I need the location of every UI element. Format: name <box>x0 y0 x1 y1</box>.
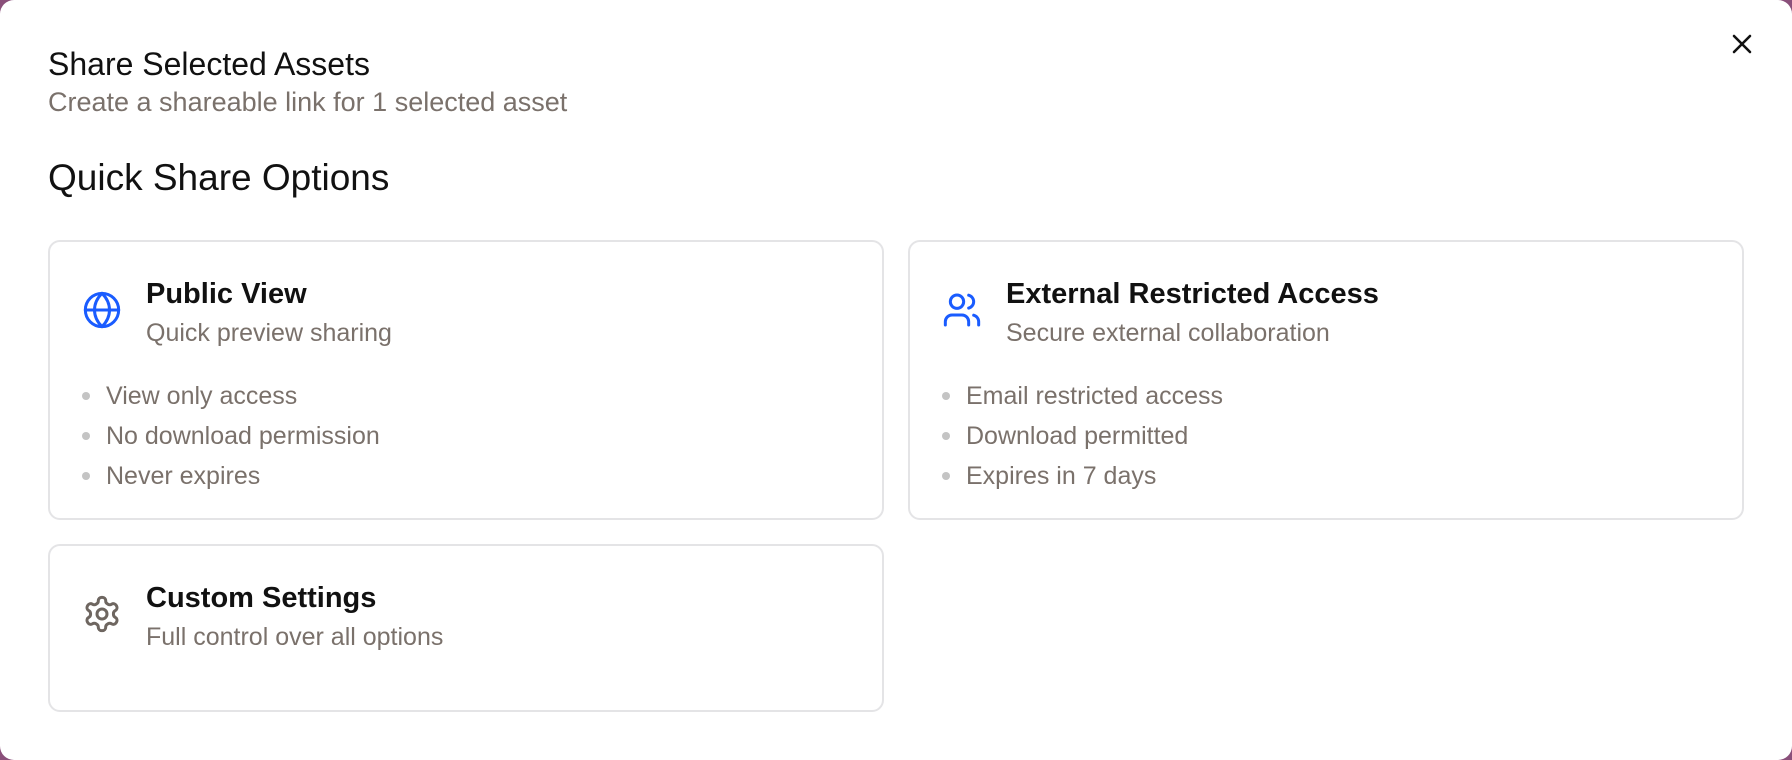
bullet-icon <box>942 432 950 440</box>
feature-item: Email restricted access <box>942 376 1223 416</box>
bullet-icon <box>942 472 950 480</box>
gear-icon <box>85 595 119 633</box>
share-option-public-view[interactable]: Public View Quick preview sharing View o… <box>48 240 884 520</box>
close-icon <box>1732 34 1752 54</box>
share-dialog: Share Selected Assets Create a shareable… <box>0 0 1792 760</box>
feature-label: Expires in 7 days <box>966 462 1157 490</box>
quick-share-heading: Quick Share Options <box>48 157 390 198</box>
feature-label: Never expires <box>106 462 261 490</box>
globe-icon <box>83 291 121 329</box>
share-option-external-restricted[interactable]: External Restricted Access Secure extern… <box>908 240 1744 520</box>
option-title: Custom Settings <box>146 582 377 614</box>
option-description: Quick preview sharing <box>146 319 392 347</box>
option-title: External Restricted Access <box>1006 278 1379 310</box>
users-icon <box>943 293 981 327</box>
feature-label: View only access <box>106 382 298 410</box>
feature-label: Download permitted <box>966 422 1189 450</box>
feature-item: View only access <box>82 376 380 416</box>
dialog-subtitle: Create a shareable link for 1 selected a… <box>48 87 568 117</box>
option-description: Secure external collaboration <box>1006 319 1330 347</box>
feature-list: Email restricted access Download permitt… <box>942 376 1223 496</box>
bullet-icon <box>82 432 90 440</box>
bullet-icon <box>942 392 950 400</box>
feature-list: View only access No download permission … <box>82 376 380 496</box>
feature-item: No download permission <box>82 416 380 456</box>
feature-item: Never expires <box>82 456 380 496</box>
feature-item: Download permitted <box>942 416 1223 456</box>
share-option-custom-settings[interactable]: Custom Settings Full control over all op… <box>48 544 884 712</box>
feature-label: No download permission <box>106 422 380 450</box>
feature-item: Expires in 7 days <box>942 456 1223 496</box>
dialog-header: Share Selected Assets Create a shareable… <box>48 44 567 120</box>
dialog-title: Share Selected Assets <box>48 46 370 82</box>
option-description: Full control over all options <box>146 623 444 651</box>
bullet-icon <box>82 392 90 400</box>
option-title: Public View <box>146 278 307 310</box>
close-button[interactable] <box>1726 28 1758 60</box>
bullet-icon <box>82 472 90 480</box>
feature-label: Email restricted access <box>966 382 1224 410</box>
